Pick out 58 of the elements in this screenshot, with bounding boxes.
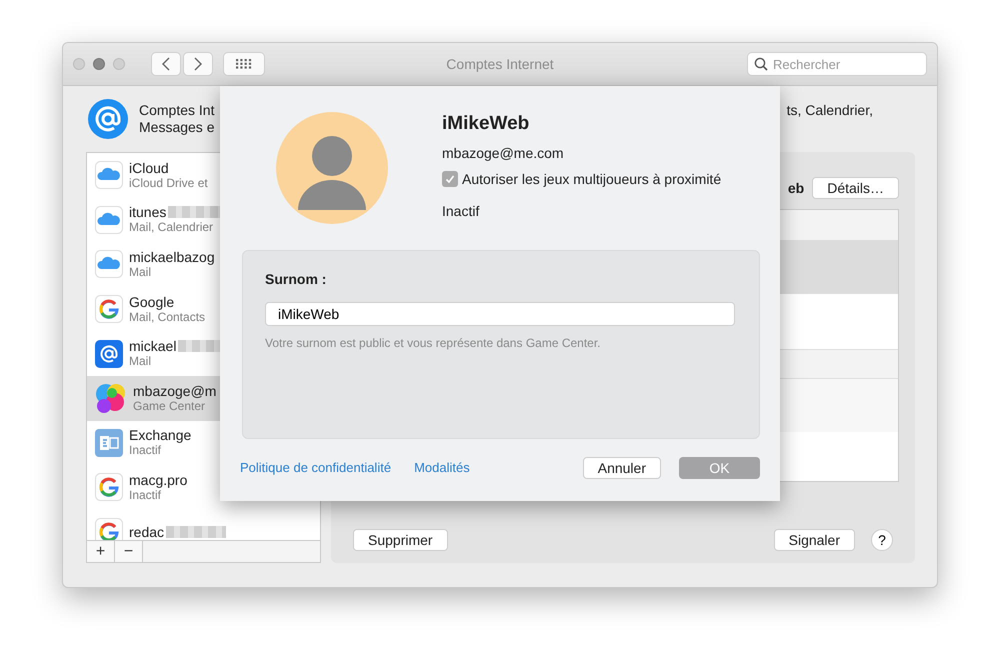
- cloud-icon: [95, 250, 123, 278]
- add-button[interactable]: +: [87, 541, 115, 562]
- remove-button[interactable]: −: [115, 541, 143, 562]
- header-text: Messages e: [139, 119, 214, 136]
- terms-link[interactable]: Modalités: [414, 458, 470, 478]
- cancel-button[interactable]: Annuler: [582, 457, 661, 479]
- header-text: Comptes Int: [139, 102, 214, 119]
- cloud-icon: [95, 206, 123, 234]
- google-icon: [95, 473, 123, 502]
- at-sign-icon: [95, 340, 123, 368]
- account-detail: Inactif: [129, 443, 162, 458]
- chevron-right-icon: [194, 57, 202, 71]
- account-name: Google: [129, 294, 174, 310]
- exchange-icon: [95, 428, 123, 457]
- forward-button[interactable]: [183, 52, 213, 76]
- report-button[interactable]: Signaler: [774, 529, 855, 551]
- account-name: mbazoge@m: [133, 382, 216, 399]
- account-detail: Game Center: [133, 398, 206, 414]
- account-detail: Mail: [129, 354, 152, 370]
- nickname-label: Surnom :: [265, 270, 328, 289]
- account-detail: Mail, Contacts: [129, 310, 206, 325]
- checkmark-icon: [445, 174, 455, 184]
- email-text: mbazoge@me.com: [442, 144, 565, 162]
- details-button[interactable]: Détails…: [812, 177, 899, 199]
- account-name: mickaelbazog: [129, 248, 215, 265]
- account-name: redac: [129, 524, 164, 540]
- at-sign-icon: [87, 98, 129, 140]
- cloud-icon: [95, 161, 123, 190]
- colored-bubbles-icon: [95, 382, 127, 414]
- account-name: iCloud: [129, 160, 169, 176]
- hint-text: Votre surnom est public et vous représente dans Game Center.: [265, 335, 602, 352]
- header-text: ts, Calendrier,: [786, 102, 873, 119]
- account-detail: Inactif: [129, 488, 162, 503]
- grid-icon: [236, 59, 252, 69]
- account-name: eb: [788, 178, 804, 198]
- show-all-button[interactable]: [223, 52, 265, 76]
- status-text: Inactif: [442, 202, 480, 220]
- help-button[interactable]: ?: [871, 529, 893, 551]
- window-title: Comptes Internet: [446, 54, 554, 74]
- nickname-field[interactable]: iMikeWeb: [265, 302, 735, 326]
- account-name: macg.pro: [129, 472, 188, 488]
- account-detail: Mail: [129, 264, 152, 280]
- window-controls-icon[interactable]: [73, 58, 125, 70]
- google-icon: [95, 295, 123, 324]
- account-name: mickael: [129, 338, 176, 354]
- multiplayer-checkbox[interactable]: [442, 171, 458, 187]
- search-field[interactable]: Rechercher: [747, 52, 927, 76]
- account-detail: iCloud Drive et: [129, 176, 208, 191]
- search-icon: [754, 57, 768, 71]
- back-button[interactable]: [151, 52, 181, 76]
- delete-button[interactable]: Supprimer: [353, 529, 448, 551]
- account-name: itunes: [129, 204, 166, 220]
- chevron-left-icon: [162, 57, 170, 71]
- account-detail: Mail, Calendrier: [129, 220, 214, 236]
- privacy-link[interactable]: Politique de confidentialité: [240, 458, 392, 478]
- checkbox-label: Autoriser les jeux multijoueurs à proximité: [462, 170, 722, 188]
- account-name: Exchange: [129, 427, 192, 444]
- nickname-title: iMikeWeb: [442, 112, 530, 136]
